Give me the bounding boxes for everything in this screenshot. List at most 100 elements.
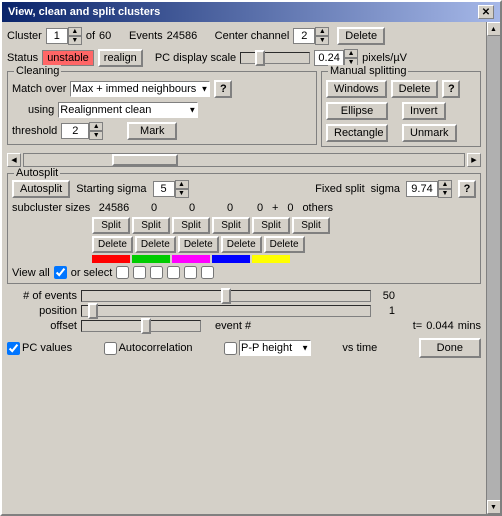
subcluster-val-6: 0 — [280, 202, 300, 214]
unmark-button[interactable]: Unmark — [402, 124, 457, 142]
others-label: others — [302, 202, 333, 214]
vsb-track[interactable] — [487, 36, 501, 500]
events-slider-label: # of events — [7, 290, 77, 302]
status-label: Status — [7, 52, 38, 64]
threshold-down[interactable]: ▼ — [89, 131, 103, 140]
cluster-spinner[interactable]: ▲ ▼ — [46, 27, 82, 45]
select-cb-0[interactable] — [116, 266, 129, 279]
autocorrelation-checkbox[interactable] — [104, 342, 117, 355]
waveform-scrolltrack[interactable] — [23, 153, 465, 167]
match-help-button[interactable]: ? — [214, 80, 232, 98]
match-select-wrapper[interactable]: Max + immed neighbours — [70, 81, 210, 97]
select-cb-5[interactable] — [201, 266, 214, 279]
autosplit-help-button[interactable]: ? — [458, 180, 476, 198]
pc-values-checkbox[interactable] — [7, 342, 20, 355]
offset-label: offset — [7, 320, 77, 332]
color-bars-row — [12, 255, 476, 263]
starting-sigma-down[interactable]: ▼ — [175, 189, 189, 198]
scroll-left-button[interactable]: ◀ — [7, 153, 21, 167]
starting-sigma-value[interactable] — [153, 181, 175, 197]
select-cb-2[interactable] — [150, 266, 163, 279]
sigma-spinner[interactable]: ▲ ▼ — [406, 180, 452, 198]
threshold-value[interactable] — [61, 123, 89, 139]
cleaning-label: Cleaning — [14, 65, 61, 77]
manual-splitting-label: Manual splitting — [328, 65, 408, 77]
done-button[interactable]: Done — [419, 338, 481, 358]
threshold-spinner[interactable]: ▲ ▼ — [61, 122, 103, 140]
threshold-up[interactable]: ▲ — [89, 122, 103, 131]
starting-sigma-label: Starting sigma — [76, 183, 146, 195]
select-cb-1[interactable] — [133, 266, 146, 279]
events-slider[interactable] — [81, 290, 371, 302]
delete-btn-2[interactable]: Delete — [178, 236, 219, 253]
ellipse-button[interactable]: Ellipse — [326, 102, 388, 120]
scroll-down-button[interactable]: ▼ — [487, 500, 501, 514]
realign-button[interactable]: realign — [98, 49, 143, 67]
delete-btn-1[interactable]: Delete — [135, 236, 176, 253]
autocorrelation-check: Autocorrelation — [104, 342, 193, 355]
select-cb-3[interactable] — [167, 266, 180, 279]
split-btn-1[interactable]: Split — [132, 217, 170, 234]
split-btn-4[interactable]: Split — [252, 217, 290, 234]
using-label: using — [28, 104, 54, 116]
top-two-cols: Cleaning Match over Max + immed neighbou… — [7, 71, 481, 147]
split-btn-5[interactable]: Split — [292, 217, 330, 234]
starting-sigma-up[interactable]: ▲ — [175, 180, 189, 189]
cluster-down[interactable]: ▼ — [68, 36, 82, 45]
split-btn-0[interactable]: Split — [92, 217, 130, 234]
manual-splitting-section: Manual splitting Windows Delete ? Ellips… — [321, 71, 481, 147]
cluster-value[interactable] — [46, 28, 68, 44]
window-title: View, clean and split clusters — [8, 6, 160, 18]
cluster-row: Cluster ▲ ▼ of 60 Events 24586 Center ch… — [7, 27, 481, 45]
select-cb-4[interactable] — [184, 266, 197, 279]
starting-sigma-spinner[interactable]: ▲ ▼ — [153, 180, 189, 198]
close-button[interactable]: ✕ — [478, 5, 494, 19]
scale-up[interactable]: ▲ — [344, 49, 358, 58]
center-channel-spinner[interactable]: ▲ ▼ — [293, 27, 329, 45]
pp-height-checkbox[interactable] — [224, 342, 237, 355]
header-delete-button[interactable]: Delete — [337, 27, 385, 45]
scale-value[interactable] — [314, 50, 344, 66]
delete-btn-3[interactable]: Delete — [221, 236, 262, 253]
threshold-row: threshold ▲ ▼ Mark — [12, 122, 312, 140]
using-select[interactable]: Realignment clean — [58, 102, 198, 118]
bottom-last-row: PC values Autocorrelation P-P height — [7, 335, 481, 358]
cluster-up[interactable]: ▲ — [68, 27, 82, 36]
total-clusters: 60 — [99, 30, 117, 42]
ellipse-row: Ellipse Invert — [326, 102, 476, 120]
windows-button[interactable]: Windows — [326, 80, 387, 98]
subcluster-plus: + — [272, 202, 278, 214]
autosplit-button[interactable]: Autosplit — [12, 180, 70, 198]
rectangle-button[interactable]: Rectangle — [326, 124, 388, 142]
match-select[interactable]: Max + immed neighbours — [70, 81, 210, 97]
position-slider[interactable] — [81, 305, 371, 317]
t-label: t= — [413, 320, 422, 332]
position-label: position — [7, 305, 77, 317]
scroll-up-button[interactable]: ▲ — [487, 22, 501, 36]
view-all-checkbox[interactable] — [54, 266, 67, 279]
split-btn-2[interactable]: Split — [172, 217, 210, 234]
using-select-wrapper[interactable]: Realignment clean — [58, 102, 198, 118]
mark-button[interactable]: Mark — [127, 122, 177, 140]
invert-button[interactable]: Invert — [402, 102, 446, 120]
split-row: Split Split Split Split Split Split — [12, 217, 476, 234]
or-select-label: or select — [71, 267, 113, 279]
center-channel-down[interactable]: ▼ — [315, 36, 329, 45]
sigma-value[interactable] — [406, 181, 438, 197]
center-channel-value[interactable] — [293, 28, 315, 44]
manual-delete-button[interactable]: Delete — [391, 80, 439, 98]
waveform-scrollbar-row: ◀ ▶ — [7, 153, 481, 167]
sigma-down[interactable]: ▼ — [438, 189, 452, 198]
sigma-up[interactable]: ▲ — [438, 180, 452, 189]
manual-help-button[interactable]: ? — [442, 80, 460, 98]
delete-btn-0[interactable]: Delete — [92, 236, 133, 253]
offset-slider[interactable] — [81, 320, 201, 332]
pc-scale-slider[interactable] — [240, 52, 310, 64]
delete-btn-4[interactable]: Delete — [264, 236, 305, 253]
split-btn-3[interactable]: Split — [212, 217, 250, 234]
center-channel-up[interactable]: ▲ — [315, 27, 329, 36]
pp-select[interactable]: P-P height — [239, 340, 311, 356]
pp-select-wrapper[interactable]: P-P height — [239, 340, 311, 356]
color-bar-1 — [132, 255, 170, 263]
scroll-right-button[interactable]: ▶ — [467, 153, 481, 167]
